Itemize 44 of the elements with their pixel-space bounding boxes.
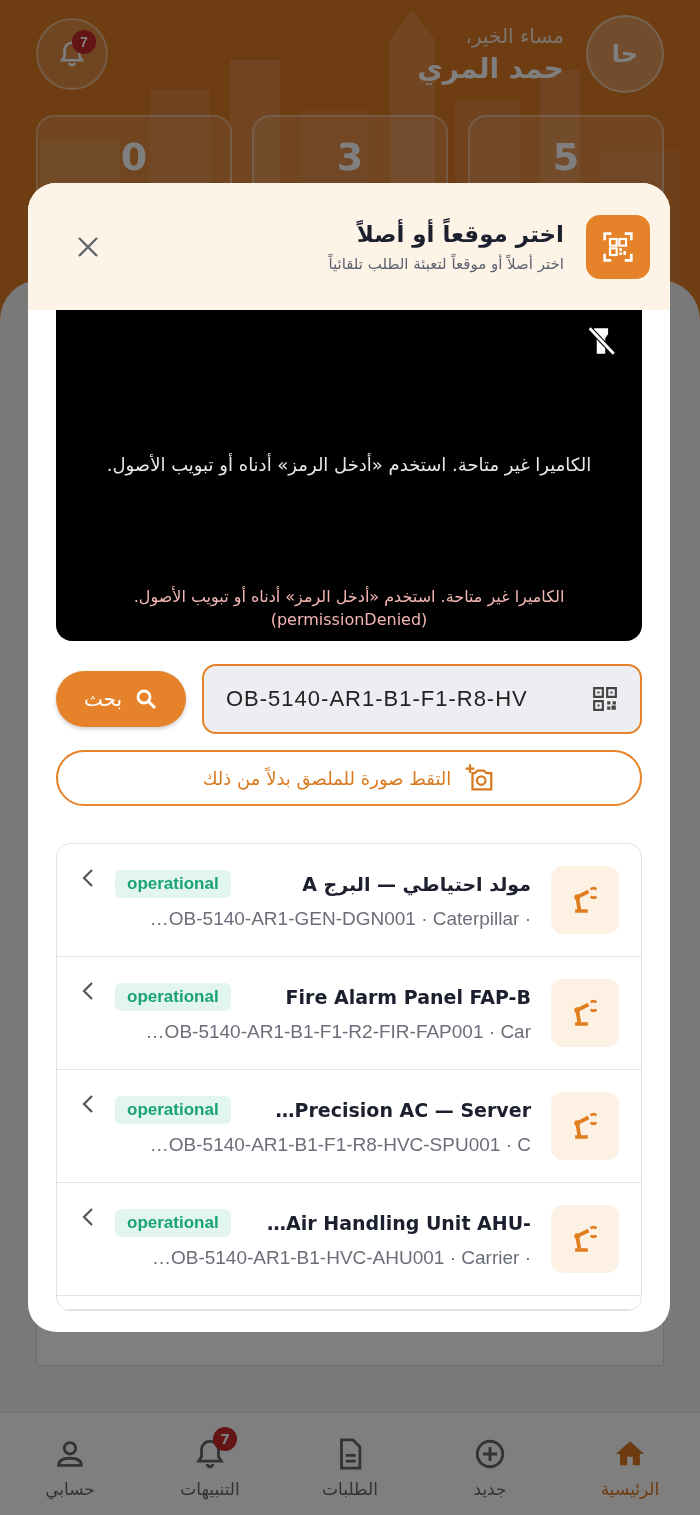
chevron-left-icon[interactable] bbox=[81, 868, 95, 888]
qr-code-icon bbox=[592, 686, 618, 712]
status-badge: operational bbox=[115, 1209, 231, 1237]
robot-arm-icon bbox=[551, 1205, 619, 1273]
chevron-left-icon[interactable] bbox=[81, 1094, 95, 1114]
robot-arm-icon bbox=[551, 1092, 619, 1160]
asset-details: …OB-5140-AR1-B1-F1-R2-FIR-FAP001 · Car bbox=[144, 1021, 531, 1043]
qr-code-icon bbox=[586, 214, 650, 279]
greeting-text: مساء الخير، bbox=[464, 23, 564, 48]
camera-message: الكاميرا غير متاحة. استخدم «أدخل الرمز» أدناه أو تبويب الأصول. bbox=[106, 454, 592, 475]
asset-title: …Precision AC — Server bbox=[275, 1099, 531, 1121]
asset-title: …Air Handling Unit AHU- bbox=[267, 1212, 531, 1234]
close-icon bbox=[76, 234, 100, 259]
modal-subtitle: اختر أصلاً أو موقعاً لتعبئة الطلب تلقائياً bbox=[327, 254, 564, 273]
add-icon bbox=[473, 1437, 507, 1471]
error-code: (permissionDenied) bbox=[270, 610, 428, 629]
status-badge: operational bbox=[115, 870, 231, 898]
robot-arm-icon bbox=[551, 866, 619, 934]
asset-title: مولد احتياطي — البرج A bbox=[302, 873, 531, 895]
stat-value: 0 bbox=[120, 135, 148, 181]
search-icon bbox=[134, 687, 159, 711]
status-badge: operational bbox=[115, 1096, 231, 1124]
robot-arm-icon bbox=[551, 979, 619, 1047]
nav-tab[interactable]: جديد bbox=[430, 1423, 550, 1505]
chevron-left-icon[interactable] bbox=[81, 1207, 95, 1227]
error-message: الكاميرا غير متاحة. استخدم «أدخل الرمز» أدناه أو تبويب الأصول. bbox=[133, 587, 565, 606]
user-name: حمد المري bbox=[416, 51, 564, 85]
asset-details: …OB-5140-AR1-B1-F1-R8-HVC-SPU001 · C bbox=[148, 1134, 531, 1156]
nav-tab[interactable]: الرئيسية bbox=[570, 1423, 690, 1505]
notification-badge: 7 bbox=[213, 1427, 237, 1451]
modal-title: اختر موقعاً أو أصلاً bbox=[355, 220, 564, 247]
asset-details: …OB-5140-AR1-B1-HVC-AHU001 · Carrier · bbox=[150, 1247, 531, 1269]
close-button[interactable] bbox=[76, 234, 100, 259]
status-badge: operational bbox=[115, 983, 231, 1011]
nav-tab[interactable]: حسابي bbox=[10, 1423, 130, 1505]
photo-sticker-button[interactable]: التقط صورة للملصق بدلاً من ذلك bbox=[56, 750, 642, 806]
nav-tab[interactable]: الطلبات bbox=[290, 1423, 410, 1505]
code-input-text[interactable]: OB-5140-AR1-B1-F1-R8-HV bbox=[224, 685, 584, 713]
chevron-left-icon[interactable] bbox=[81, 981, 95, 1001]
asset-title: Fire Alarm Panel FAP-B bbox=[285, 986, 531, 1008]
search-button[interactable]: بحث bbox=[56, 671, 186, 727]
asset-details: …OB-5140-AR1-GEN-DGN001 · Caterpillar · bbox=[148, 908, 531, 930]
code-input-field[interactable]: OB-5140-AR1-B1-F1-R8-HV bbox=[202, 664, 642, 734]
bell-icon bbox=[57, 39, 87, 69]
